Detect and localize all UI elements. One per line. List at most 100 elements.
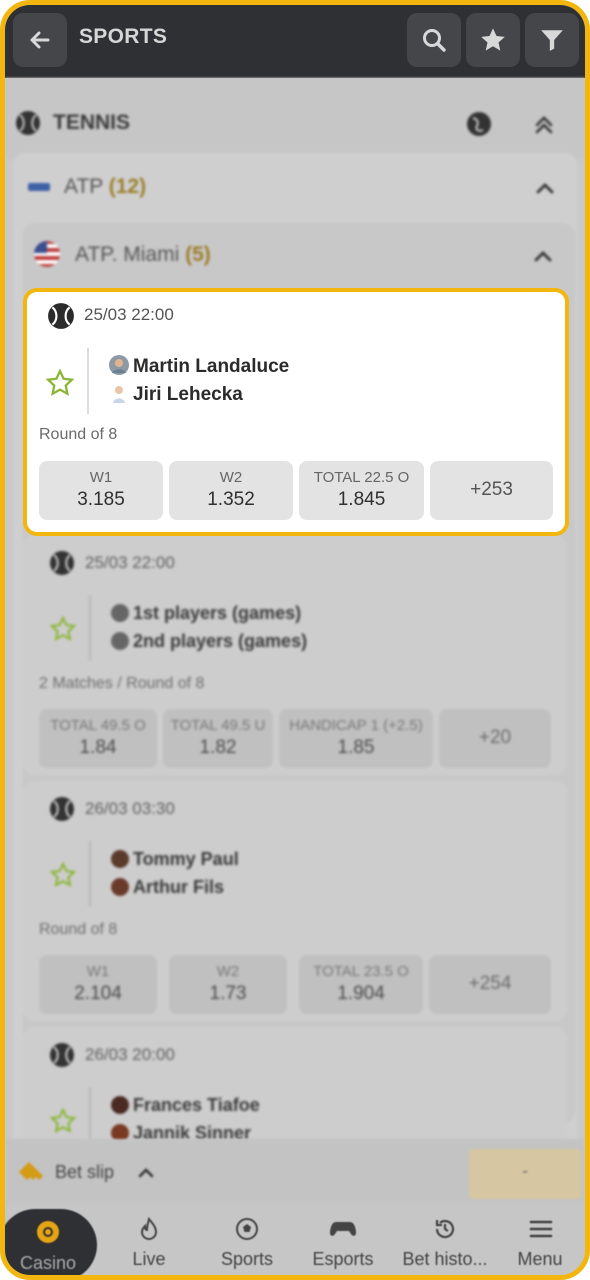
player-1: 1st players (games)	[133, 603, 302, 623]
odd-value: 1.85	[337, 737, 375, 758]
arrow-left-icon	[30, 31, 50, 49]
odd-value: 1.352	[207, 489, 255, 510]
filter-icon	[541, 30, 563, 51]
odd-label: TOTAL 22.5 O	[313, 469, 410, 486]
player-avatar-icon	[111, 878, 129, 896]
nav-menu-label: Menu	[517, 1249, 563, 1269]
nav-casino[interactable]: Casino	[5, 1209, 97, 1275]
tournament-group-row[interactable]: ATP (12)	[13, 155, 577, 221]
tournament-group-count: (12)	[108, 175, 147, 198]
nav-live[interactable]: Live	[109, 1205, 189, 1275]
odd-label: TOTAL 23.5 O	[313, 963, 409, 980]
more-markets-button[interactable]: +253	[430, 461, 553, 520]
odd-value: 3.185	[77, 489, 125, 510]
tournament-label: ATP. Miami (5)	[75, 243, 211, 267]
odd-button[interactable]: TOTAL 23.5 O 1.904	[299, 955, 423, 1014]
nav-menu[interactable]: Menu	[505, 1205, 575, 1275]
odd-button[interactable]: HANDICAP 1 (+2.5) 1.85	[279, 709, 433, 768]
nav-esports-label: Esports	[312, 1249, 374, 1269]
odd-value: 1.904	[337, 983, 385, 1004]
favorite-star-icon[interactable]	[49, 861, 77, 889]
tennis-ball-icon	[16, 111, 40, 135]
more-markets-button[interactable]: +20	[439, 709, 551, 768]
player-1: Martin Landaluce	[133, 356, 290, 377]
match-card-highlighted[interactable]: 25/03 22:00 Martin Landaluce Jiri Leheck…	[23, 288, 569, 536]
divider	[89, 841, 91, 907]
chevron-up-icon[interactable]	[535, 180, 555, 196]
match-datetime: 25/03 22:00	[84, 305, 174, 324]
history-icon	[435, 1219, 455, 1239]
top-bar: SPORTS	[5, 5, 585, 78]
app-frame: SPORTS TENNIS ATP (12) ATP. Miami (5) 25…	[0, 0, 590, 1280]
match-round: Round of 8	[39, 426, 118, 443]
match-card[interactable]: 26/03 03:30 Tommy Paul Arthur Fils Round…	[23, 781, 567, 1021]
odd-button[interactable]: TOTAL 49.5 U 1.82	[163, 709, 273, 768]
back-button[interactable]	[13, 13, 67, 67]
match-card[interactable]: 25/03 22:00 1st players (games) 2nd play…	[23, 535, 567, 775]
tournament-name: ATP. Miami	[75, 243, 180, 266]
odd-value: 1.73	[209, 983, 247, 1004]
more-markets-count: +254	[468, 973, 512, 994]
more-markets-count: +20	[478, 727, 512, 748]
nav-bet-history-label: Bet histo...	[402, 1249, 488, 1269]
more-markets-count: +253	[470, 479, 513, 500]
odd-button[interactable]: TOTAL 22.5 O 1.845	[299, 461, 424, 520]
odd-button[interactable]: W2 1.73	[169, 955, 287, 1014]
player-avatar-icon	[109, 355, 129, 375]
bet-slip-value: -	[522, 1163, 528, 1180]
chevron-up-icon[interactable]	[137, 1166, 155, 1180]
player-1: Tommy Paul	[133, 849, 239, 869]
nav-esports[interactable]: Esports	[303, 1205, 383, 1275]
divider	[89, 595, 91, 661]
odd-button[interactable]: W1 3.185	[39, 461, 163, 520]
search-icon	[423, 29, 446, 52]
more-markets-button[interactable]: +254	[429, 955, 551, 1014]
odd-value: 1.84	[79, 737, 117, 758]
odd-value: 1.845	[337, 489, 386, 510]
favorites-button[interactable]	[466, 13, 520, 67]
tournament-group-name: ATP	[64, 175, 103, 198]
odd-label: TOTAL 49.5 U	[170, 717, 266, 734]
player-avatar-icon	[113, 386, 125, 403]
player-avatar-icon	[111, 632, 129, 650]
tournament-row[interactable]: ATP. Miami (5)	[23, 223, 575, 289]
gamepad-icon	[330, 1222, 356, 1236]
odd-button[interactable]: W2 1.352	[169, 461, 293, 520]
chevron-up-icon[interactable]	[533, 248, 553, 264]
player-avatar-icon	[111, 850, 129, 868]
bet-slip-bar[interactable]: Bet slip -	[5, 1139, 585, 1205]
odd-button[interactable]: W1 2.104	[39, 955, 157, 1014]
collapse-all-icon[interactable]	[533, 114, 555, 136]
odd-label: W2	[219, 469, 243, 486]
search-button[interactable]	[407, 13, 461, 67]
sport-title: TENNIS	[53, 111, 131, 134]
nav-bet-history[interactable]: Bet histo...	[395, 1205, 495, 1275]
star-icon	[481, 28, 505, 51]
odd-label: W1	[86, 963, 110, 980]
tennis-ball-icon	[50, 1043, 74, 1067]
filter-button[interactable]	[525, 13, 579, 67]
globe-icon[interactable]	[465, 110, 493, 138]
odd-value: 2.104	[74, 983, 122, 1004]
nav-sports[interactable]: Sports	[205, 1205, 289, 1275]
favorite-star-icon[interactable]	[45, 368, 75, 398]
odd-button[interactable]: TOTAL 49.5 O 1.84	[39, 709, 157, 768]
flame-icon	[140, 1217, 158, 1240]
player-1: Frances Tiafoe	[133, 1095, 260, 1115]
sport-section-header[interactable]: TENNIS	[5, 78, 585, 158]
favorite-star-icon[interactable]	[49, 1107, 77, 1135]
match-datetime: 25/03 22:00	[85, 553, 175, 572]
favorite-star-icon[interactable]	[49, 615, 77, 643]
usa-flag-icon	[34, 241, 60, 267]
tournament-count: (5)	[185, 243, 211, 266]
odd-label: HANDICAP 1 (+2.5)	[289, 717, 423, 734]
tennis-ball-icon	[50, 551, 74, 575]
player-2: Arthur Fils	[133, 877, 225, 897]
player-2: 2nd players (games)	[133, 631, 308, 651]
divider	[87, 348, 89, 414]
odd-label: TOTAL 49.5 O	[50, 717, 146, 734]
tennis-ball-icon	[48, 303, 74, 329]
odd-value: 1.82	[199, 737, 237, 758]
bottom-nav: Casino Live Sports Esports Bet histo...	[5, 1205, 585, 1275]
bet-slip-value-box[interactable]: -	[469, 1149, 581, 1199]
